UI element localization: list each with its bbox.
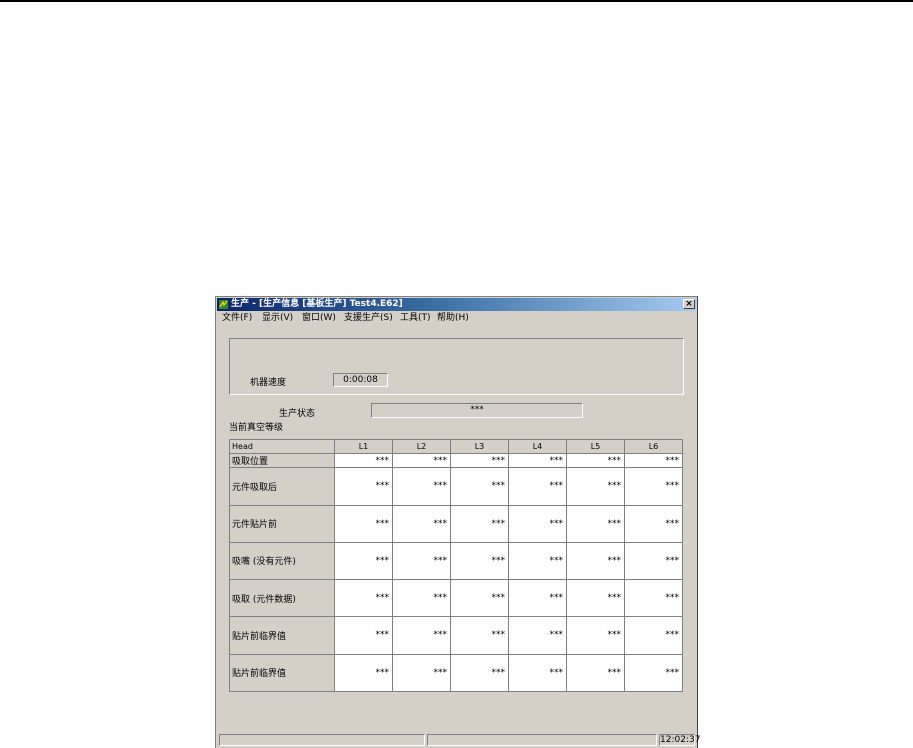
column-header-l3: L3 <box>449 438 509 455</box>
row-label: 吸取 (元件数据) <box>229 579 335 618</box>
vacuum-table: Head L1 L2 L3 L4 L5 L6 吸取位置 *** *** *** … <box>229 438 684 693</box>
window-title: 生产 - [生产信息 [基板生产] Test4.E62] <box>231 299 403 309</box>
client-area: 机器速度 0:00:08 生产状态 *** 当前真空等级 Head L1 L2 … <box>217 325 696 733</box>
table-cell: *** <box>623 579 684 618</box>
column-header-l5: L5 <box>565 438 625 455</box>
vacuum-level-label: 当前真空等级 <box>229 423 284 433</box>
table-cell: *** <box>333 453 393 469</box>
production-status-value: *** <box>371 403 583 418</box>
row-label: 贴片前临界值 <box>229 616 335 655</box>
table-cell: *** <box>565 616 625 655</box>
menu-tools[interactable]: 工具(T) <box>400 312 431 325</box>
status-clock: 12:02:37 <box>659 734 701 746</box>
table-row: 吸嘴 (没有元件) *** *** *** *** *** *** <box>229 541 684 581</box>
table-row: 元件贴片前 *** *** *** *** *** *** <box>229 504 684 543</box>
row-label: 吸取位置 <box>229 453 335 469</box>
table-cell: *** <box>333 616 393 655</box>
table-cell: *** <box>623 616 684 655</box>
table-cell: *** <box>507 653 567 693</box>
table-cell: *** <box>333 579 393 618</box>
table-cell: *** <box>507 453 567 469</box>
column-header-l1: L1 <box>333 438 393 455</box>
table-cell: *** <box>565 504 625 543</box>
table-row: 吸取位置 *** *** *** *** *** *** <box>229 453 684 469</box>
table-row: 贴片前临界值 *** *** *** *** *** *** <box>229 653 684 693</box>
app-icon <box>219 300 228 309</box>
table-row: 元件吸取后 *** *** *** *** *** *** <box>229 467 684 506</box>
menu-bar: 文件(F) 显示(V) 窗口(W) 支援生产(S) 工具(T) 帮助(H) <box>217 312 696 325</box>
table-cell: *** <box>565 453 625 469</box>
table-row: 贴片前临界值 *** *** *** *** *** *** <box>229 616 684 655</box>
page-top-rule <box>0 0 913 2</box>
table-cell: *** <box>565 579 625 618</box>
column-header-head: Head <box>229 438 335 455</box>
table-cell: *** <box>391 579 451 618</box>
status-panel-left <box>219 734 425 746</box>
speed-group-box: 机器速度 0:00:08 <box>229 338 684 395</box>
table-cell: *** <box>449 504 509 543</box>
table-cell: *** <box>449 541 509 581</box>
table-cell: *** <box>623 653 684 693</box>
table-cell: *** <box>623 504 684 543</box>
menu-production-support[interactable]: 支援生产(S) <box>344 312 393 325</box>
table-cell: *** <box>333 467 393 506</box>
table-cell: *** <box>507 579 567 618</box>
title-bar[interactable]: 生产 - [生产信息 [基板生产] Test4.E62] × <box>217 298 696 311</box>
row-label: 吸嘴 (没有元件) <box>229 541 335 581</box>
table-cell: *** <box>333 541 393 581</box>
column-header-l6: L6 <box>623 438 684 455</box>
table-cell: *** <box>391 467 451 506</box>
table-cell: *** <box>333 504 393 543</box>
table-cell: *** <box>333 653 393 693</box>
table-cell: *** <box>507 616 567 655</box>
machine-speed-value: 0:00:08 <box>333 373 388 387</box>
close-icon: × <box>685 299 693 309</box>
table-cell: *** <box>391 541 451 581</box>
menu-view[interactable]: 显示(V) <box>262 312 293 325</box>
table-cell: *** <box>507 467 567 506</box>
row-label: 元件贴片前 <box>229 504 335 543</box>
status-panel-middle <box>427 734 657 746</box>
table-cell: *** <box>565 467 625 506</box>
status-bar: 12:02:37 <box>217 733 701 747</box>
table-cell: *** <box>449 453 509 469</box>
table-cell: *** <box>449 616 509 655</box>
table-header-row: Head L1 L2 L3 L4 L5 L6 <box>229 438 684 455</box>
table-cell: *** <box>565 653 625 693</box>
row-label: 贴片前临界值 <box>229 653 335 693</box>
table-cell: *** <box>391 504 451 543</box>
table-cell: *** <box>507 504 567 543</box>
table-cell: *** <box>391 653 451 693</box>
table-cell: *** <box>565 541 625 581</box>
column-header-l2: L2 <box>391 438 451 455</box>
table-cell: *** <box>623 467 684 506</box>
table-cell: *** <box>391 453 451 469</box>
table-cell: *** <box>449 467 509 506</box>
table-cell: *** <box>507 541 567 581</box>
menu-window[interactable]: 窗口(W) <box>302 312 336 325</box>
table-cell: *** <box>623 453 684 469</box>
table-cell: *** <box>449 579 509 618</box>
table-cell: *** <box>623 541 684 581</box>
menu-help[interactable]: 帮助(H) <box>437 312 469 325</box>
production-window: 生产 - [生产信息 [基板生产] Test4.E62] × 文件(F) 显示(… <box>215 296 701 748</box>
machine-speed-label: 机器速度 <box>250 378 287 388</box>
menu-file[interactable]: 文件(F) <box>222 312 252 325</box>
column-header-l4: L4 <box>507 438 567 455</box>
table-row: 吸取 (元件数据) *** *** *** *** *** *** <box>229 579 684 618</box>
table-cell: *** <box>391 616 451 655</box>
production-status-label: 生产状态 <box>279 409 316 419</box>
close-button[interactable]: × <box>683 299 695 309</box>
table-cell: *** <box>449 653 509 693</box>
row-label: 元件吸取后 <box>229 467 335 506</box>
